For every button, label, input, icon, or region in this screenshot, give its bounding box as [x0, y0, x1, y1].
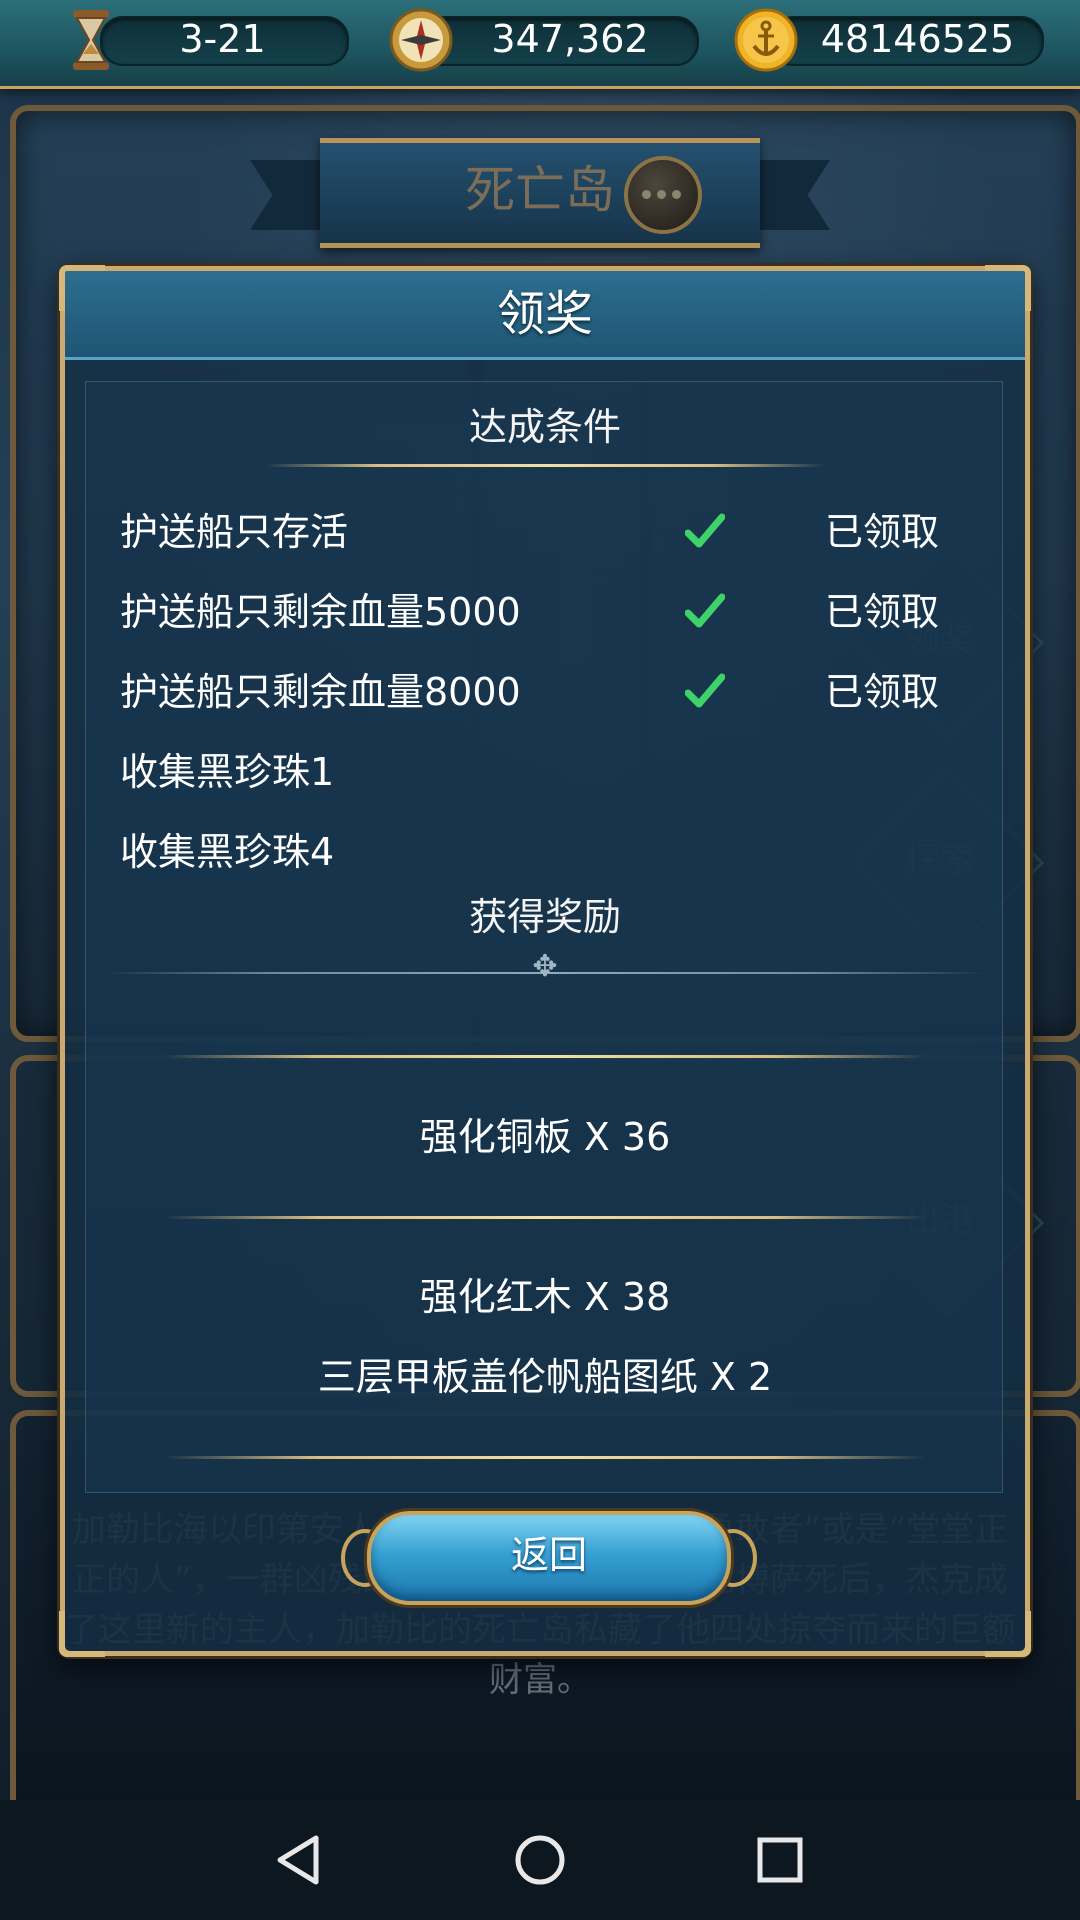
conditions-header: 达成条件	[468, 405, 621, 449]
condition-label: 护送船只剩余血量5000	[120, 590, 521, 634]
dialog-title: 领奖	[496, 286, 593, 342]
condition-label: 收集黑珍珠1	[120, 750, 335, 794]
condition-status: 已领取	[825, 670, 940, 714]
resource-bar: 3-21 347,362 48146525	[0, 0, 1080, 89]
condition-status: 已领取	[825, 590, 940, 634]
hourglass-icon	[73, 10, 109, 70]
condition-label: 护送船只剩余血量8000	[120, 670, 521, 714]
corner-ornament	[985, 1611, 1031, 1657]
reward-item: 强化铜板 X 36	[419, 1115, 671, 1159]
compass-icon	[389, 8, 453, 72]
chat-bubble-icon	[642, 190, 682, 200]
system-nav-bar	[0, 1800, 1080, 1920]
corner-ornament	[985, 265, 1031, 311]
anchor-coin-icon	[734, 8, 798, 72]
back-button-label: 返回	[510, 1533, 587, 1577]
recents-square-icon[interactable]	[740, 1820, 820, 1900]
fleur-ornament-icon: ✥	[532, 949, 558, 984]
condition-row: 收集黑珍珠1	[65, 737, 1025, 807]
condition-row: 收集黑珍珠4	[65, 817, 1025, 887]
home-circle-icon[interactable]	[500, 1820, 580, 1900]
compass-value: 347,362	[491, 17, 649, 61]
check-icon	[685, 593, 725, 628]
divider	[165, 1055, 925, 1058]
condition-row: 护送船只存活 已领取	[65, 497, 1025, 567]
divider	[165, 1456, 925, 1459]
condition-row: 护送船只剩余血量5000 已领取	[65, 577, 1025, 647]
island-name: 死亡岛	[465, 161, 615, 219]
reward-item: 强化红木 X 38	[419, 1275, 671, 1319]
reward-dialog: 领奖 达成条件 护送船只存活 已领取 护送船只剩余血量5000 已领取 护送船只…	[59, 265, 1031, 1657]
reward-item: 三层甲板盖伦帆船图纸 X 2	[317, 1355, 773, 1399]
corner-ornament	[59, 1611, 105, 1657]
condition-label: 收集黑珍珠4	[120, 830, 335, 874]
divider	[265, 464, 825, 467]
rewards-header: 获得奖励	[468, 895, 621, 939]
game-screen: 领奖 探索 出港 死亡岛 加勒比海以印第安人加勒比命名，意思是“勇敢者”或是“堂…	[0, 0, 1080, 1920]
corner-ornament	[59, 265, 105, 311]
condition-status: 已领取	[825, 510, 940, 554]
divider	[165, 1216, 925, 1219]
back-button[interactable]: 返回	[367, 1511, 731, 1605]
gold-value: 48146525	[820, 17, 1015, 61]
stage-value: 3-21	[179, 17, 266, 61]
condition-row: 护送船只剩余血量8000 已领取	[65, 657, 1025, 727]
condition-label: 护送船只存活	[120, 510, 349, 554]
chat-button[interactable]	[624, 156, 702, 234]
check-icon	[685, 513, 725, 548]
check-icon	[685, 673, 725, 708]
back-triangle-icon[interactable]	[258, 1820, 338, 1900]
